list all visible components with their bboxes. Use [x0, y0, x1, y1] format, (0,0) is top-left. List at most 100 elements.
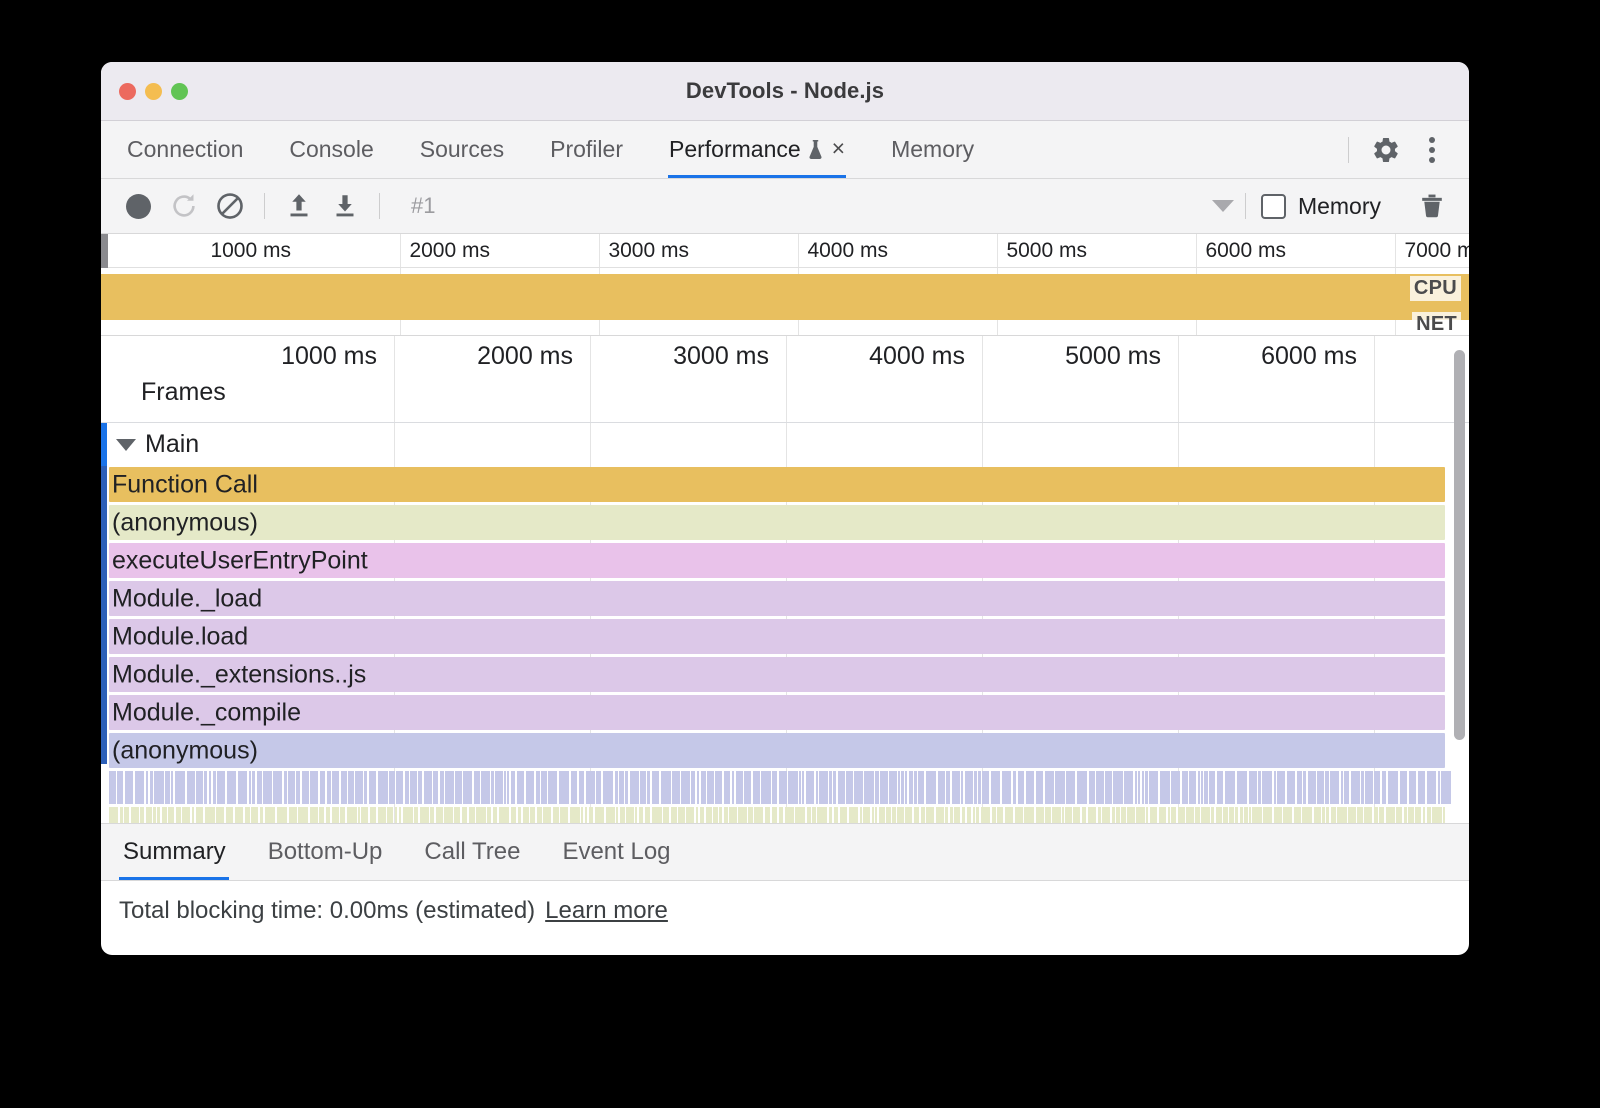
tab-profiler[interactable]: Profiler — [527, 121, 646, 178]
overview-window-left-handle[interactable] — [101, 234, 108, 268]
settings-button[interactable] — [1365, 129, 1407, 171]
tab-event-log[interactable]: Event Log — [541, 824, 691, 880]
main-group-header[interactable]: Main — [101, 422, 1469, 466]
reload-and-record-button[interactable] — [161, 184, 207, 228]
flame-bar-group[interactable] — [109, 807, 1445, 823]
flamechart-scrollbar[interactable] — [1456, 344, 1467, 821]
flame-row[interactable]: Module.load — [101, 618, 1469, 656]
flame-bar[interactable] — [109, 581, 1445, 616]
performance-toolbar: #1 Memory — [101, 179, 1469, 234]
tab-label: Connection — [127, 136, 243, 163]
tab-memory[interactable]: Memory — [868, 121, 997, 178]
memory-label: Memory — [1298, 193, 1381, 220]
save-profile-button[interactable] — [322, 184, 368, 228]
record-circle-icon — [126, 194, 151, 219]
flamechart-tick: 4000 ms — [869, 342, 975, 371]
flamechart-rows[interactable]: Frames Main Function Call (anonymous) — [101, 376, 1469, 823]
no-entry-icon — [215, 191, 245, 221]
tab-call-tree[interactable]: Call Tree — [403, 824, 541, 880]
frames-track[interactable]: Frames — [101, 376, 1469, 422]
tab-label: Performance — [669, 136, 801, 163]
flame-bar-label: Module._compile — [112, 699, 301, 728]
tab-connection[interactable]: Connection — [101, 121, 266, 178]
total-blocking-time-text: Total blocking time: 0.00ms (estimated) — [119, 897, 535, 925]
reload-icon — [169, 191, 199, 221]
overview-tick: 6000 ms — [1205, 239, 1295, 263]
flame-row-striped[interactable] — [101, 806, 1469, 823]
tab-label: Memory — [891, 136, 974, 163]
kebab-menu-icon — [1429, 137, 1435, 163]
memory-checkbox-group[interactable]: Memory — [1261, 193, 1381, 220]
tab-label: Console — [289, 136, 373, 163]
flamechart-scroll-thumb[interactable] — [1454, 350, 1465, 740]
toolbar-divider — [1348, 137, 1349, 163]
tab-bottom-up[interactable]: Bottom-Up — [247, 824, 404, 880]
learn-more-link[interactable]: Learn more — [545, 897, 668, 925]
close-tab-button[interactable]: × — [830, 137, 845, 160]
tab-console[interactable]: Console — [266, 121, 396, 178]
drawer-tab-label: Event Log — [562, 838, 670, 866]
clear-all-button[interactable] — [1409, 184, 1455, 228]
flame-row[interactable]: Module._compile — [101, 694, 1469, 732]
load-profile-button[interactable] — [276, 184, 322, 228]
flame-row[interactable]: (anonymous) — [101, 732, 1469, 770]
flame-bar-label: (anonymous) — [112, 737, 258, 766]
flamechart-tick: 6000 ms — [1261, 342, 1367, 371]
overview-tick: 3000 ms — [608, 239, 698, 263]
overview-tick: 1000 ms — [210, 239, 300, 263]
flamechart-ruler[interactable]: 1000 ms 2000 ms 3000 ms 4000 ms 5000 ms … — [101, 336, 1469, 376]
flame-bar[interactable] — [109, 505, 1445, 540]
main-group-label: Main — [145, 430, 199, 459]
tab-performance[interactable]: Performance × — [646, 121, 868, 178]
tab-summary[interactable]: Summary — [101, 824, 247, 880]
flame-bar-label: Function Call — [112, 471, 258, 500]
window-title: DevTools - Node.js — [101, 78, 1469, 104]
flamechart-tick: 1000 ms — [281, 342, 387, 371]
more-options-button[interactable] — [1411, 129, 1453, 171]
session-selector-label[interactable]: #1 — [411, 193, 435, 219]
devtools-window: DevTools - Node.js Connection Console So… — [101, 62, 1469, 955]
record-button[interactable] — [115, 184, 161, 228]
tab-sources[interactable]: Sources — [397, 121, 527, 178]
flamechart-tick: 5000 ms — [1065, 342, 1171, 371]
group-accent-bar — [101, 423, 107, 466]
overview-tick: 5000 ms — [1006, 239, 1096, 263]
toolbar-divider — [264, 193, 265, 219]
main-tabbar: Connection Console Sources Profiler Perf… — [101, 121, 1469, 179]
summary-status-bar: Total blocking time: 0.00ms (estimated) … — [101, 881, 1469, 940]
flame-bar-group[interactable] — [109, 771, 1445, 804]
toolbar-divider — [379, 193, 380, 219]
chevron-down-icon[interactable] — [1212, 200, 1234, 212]
download-arrow-icon — [330, 191, 360, 221]
upload-arrow-icon — [284, 191, 314, 221]
overview-tick: 7000 ms — [1404, 239, 1469, 263]
memory-checkbox[interactable] — [1261, 194, 1286, 219]
flame-bar[interactable] — [109, 733, 1445, 768]
window-titlebar: DevTools - Node.js — [101, 62, 1469, 121]
flame-chart-pane[interactable]: 1000 ms 2000 ms 3000 ms 4000 ms 5000 ms … — [101, 335, 1469, 823]
flame-row[interactable]: Function Call — [101, 466, 1469, 504]
tabbar-actions — [1336, 121, 1469, 178]
flame-row[interactable]: Module._load — [101, 580, 1469, 618]
flame-row[interactable]: Module._extensions..js — [101, 656, 1469, 694]
screenshot-root: DevTools - Node.js Connection Console So… — [0, 0, 1600, 1108]
flame-bar-label: Module.load — [112, 623, 248, 652]
flask-icon — [808, 139, 823, 160]
clear-recording-button[interactable] — [207, 184, 253, 228]
flame-bar-label: executeUserEntryPoint — [112, 547, 368, 576]
overview-ruler[interactable]: 1000 ms 2000 ms 3000 ms 4000 ms 5000 ms … — [101, 234, 1469, 268]
triangle-down-icon[interactable] — [116, 439, 136, 451]
flame-bar-label: Module._extensions..js — [112, 661, 366, 690]
timeline-overview[interactable]: 1000 ms 2000 ms 3000 ms 4000 ms 5000 ms … — [101, 234, 1469, 335]
tab-label: Profiler — [550, 136, 623, 163]
flame-row[interactable]: executeUserEntryPoint — [101, 542, 1469, 580]
flame-row-striped[interactable] — [101, 770, 1469, 806]
drawer-tab-label: Bottom-Up — [268, 838, 383, 866]
flame-bar[interactable] — [109, 467, 1445, 502]
flame-row[interactable]: (anonymous) — [101, 504, 1469, 542]
drawer-tab-label: Call Tree — [424, 838, 520, 866]
flamechart-tick: 3000 ms — [673, 342, 779, 371]
trash-icon — [1418, 191, 1446, 221]
flame-bar[interactable] — [109, 619, 1445, 654]
flame-bar[interactable] — [109, 695, 1445, 730]
